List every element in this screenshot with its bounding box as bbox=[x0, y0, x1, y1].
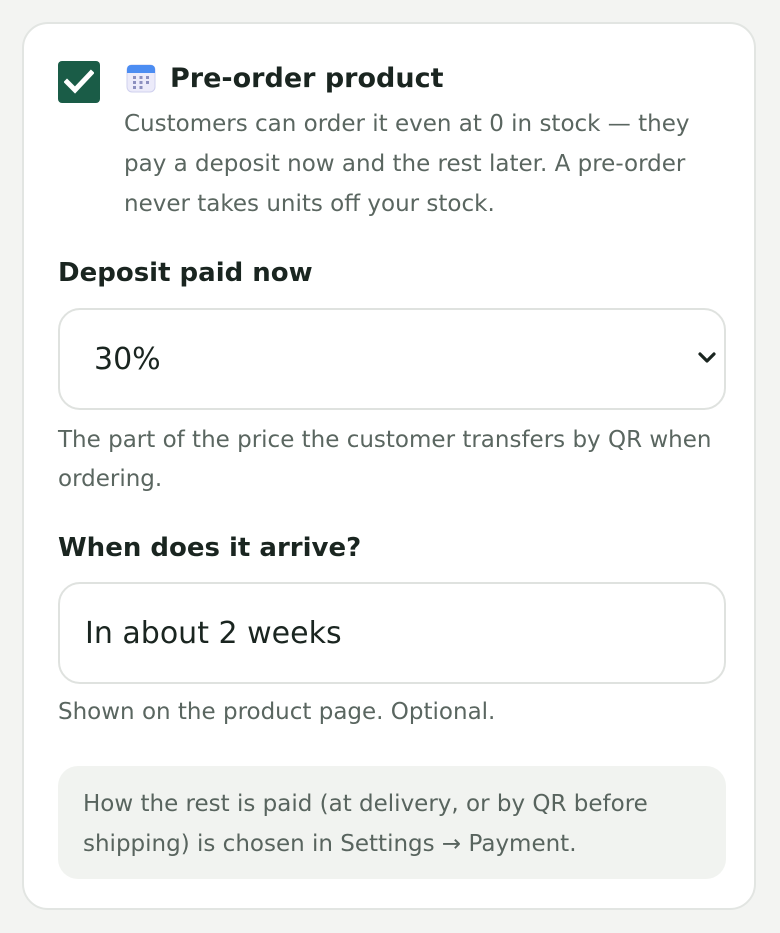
arrival-input-value: In about 2 weeks bbox=[85, 615, 342, 651]
preorder-settings-card: Pre-order product Customers can order it… bbox=[22, 22, 756, 910]
calendar-icon bbox=[126, 63, 156, 93]
deposit-selected-value: 30% bbox=[94, 341, 161, 377]
deposit-help-text: The part of the price the customer trans… bbox=[58, 427, 712, 492]
preorder-title: Pre-order product bbox=[170, 62, 444, 94]
arrival-input[interactable]: In about 2 weeks bbox=[58, 582, 726, 684]
deposit-select[interactable]: 30% bbox=[58, 308, 726, 410]
chevron-down-icon bbox=[698, 351, 716, 365]
payment-info-note: How the rest is paid (at delivery, or by… bbox=[58, 766, 726, 879]
arrival-label: When does it arrive? bbox=[58, 533, 362, 563]
preorder-description: Customers can order it even at 0 in stoc… bbox=[124, 111, 690, 217]
preorder-title-row: Pre-order product bbox=[126, 60, 444, 96]
arrival-help-text: Shown on the product page. Optional. bbox=[58, 699, 496, 725]
deposit-label: Deposit paid now bbox=[58, 258, 313, 288]
preorder-checkbox[interactable] bbox=[58, 61, 100, 103]
checkmark-icon bbox=[64, 69, 94, 94]
